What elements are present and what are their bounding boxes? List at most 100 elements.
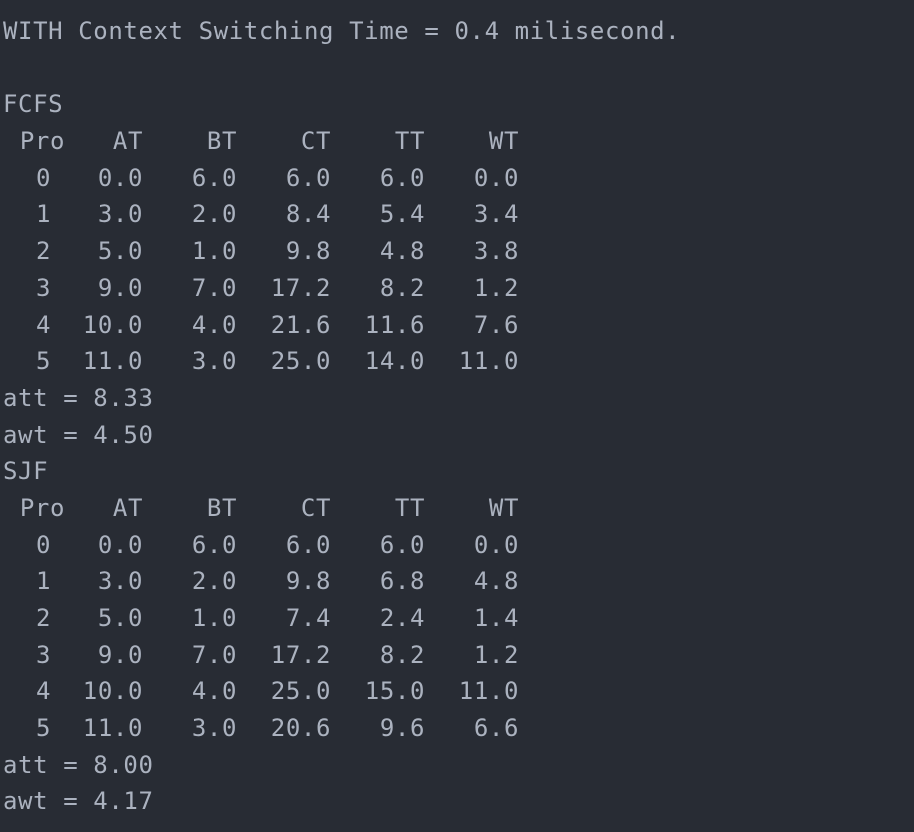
table-cell: 9.0: [97, 640, 143, 669]
table-cell: 6.0: [379, 530, 425, 559]
column-header-ct: CT: [300, 493, 331, 522]
terminal-output: WITH Context Switching Time = 0.4 milise…: [0, 0, 914, 832]
sjf-awt: awt = 4.17: [3, 787, 154, 816]
table-cell: 11.6: [364, 310, 425, 339]
table-cell: 7.0: [191, 273, 237, 302]
table-cell: 3.0: [191, 714, 237, 743]
table-cell: 0.0: [97, 163, 143, 192]
table-cell: 9.6: [379, 714, 425, 743]
table-cell: 4.0: [191, 310, 237, 339]
table-cell: 6.0: [285, 163, 331, 192]
table-cell: 3.8: [473, 237, 519, 266]
table-cell: 4.8: [473, 567, 519, 596]
table-cell: 10.0: [82, 677, 143, 706]
table-cell: 0.0: [473, 530, 519, 559]
table-cell: 17.2: [270, 640, 331, 669]
column-header-wt: WT: [488, 127, 519, 156]
fcfs-title: FCFS: [3, 90, 64, 119]
table-row: 4 10.0 4.0 21.6 11.6 7.6: [3, 307, 914, 344]
table-cell: 2: [35, 604, 51, 632]
fcfs-table-header: Pro AT BT CT TT WT: [3, 123, 914, 160]
table-cell: 0: [35, 530, 51, 559]
table-row: 1 3.0 2.0 8.4 5.4 3.4: [3, 196, 914, 233]
table-cell: 9.0: [97, 273, 143, 302]
table-cell: 8.4: [285, 200, 331, 229]
table-row: 5 11.0 3.0 20.6 9.6 6.6: [3, 710, 914, 747]
column-header-ct: CT: [300, 127, 331, 156]
table-cell: 5.4: [379, 200, 425, 229]
table-cell: 14.0: [364, 347, 425, 376]
table-cell: 5.0: [97, 237, 143, 266]
table-row: 0 0.0 6.0 6.0 6.0 0.0: [3, 160, 914, 197]
column-header-bt: BT: [206, 127, 237, 156]
table-cell: 1.2: [473, 273, 519, 302]
table-cell: 0: [35, 163, 51, 192]
table-cell: 2.4: [379, 604, 425, 632]
table-cell: 7.6: [473, 310, 519, 339]
table-cell: 4: [35, 677, 51, 706]
column-header-at: AT: [112, 493, 143, 522]
table-cell: 1.0: [191, 604, 237, 632]
table-row: 2 5.0 1.0 7.4 2.4 1.4: [3, 600, 914, 637]
table-row: 1 3.0 2.0 9.8 6.8 4.8: [3, 563, 914, 600]
table-cell: 4.0: [191, 677, 237, 706]
table-cell: 11.0: [82, 347, 143, 376]
table-cell: 5: [35, 714, 51, 743]
table-row: 4 10.0 4.0 25.0 15.0 11.0: [3, 673, 914, 710]
table-cell: 6.0: [191, 530, 237, 559]
column-header-tt: TT: [394, 493, 425, 522]
table-cell: 4: [35, 310, 51, 339]
table-cell: 6.6: [473, 714, 519, 743]
table-cell: 3.0: [191, 347, 237, 376]
table-cell: 4.8: [379, 237, 425, 266]
table-cell: 2.0: [191, 567, 237, 596]
table-cell: 17.2: [270, 273, 331, 302]
sjf-table-header: Pro AT BT CT TT WT: [3, 490, 914, 527]
sjf-table-body: 0 0.0 6.0 6.0 6.0 0.0 1 3.0 2.0 9.8 6.8 4.8 2 5.0 1.0 7…: [3, 527, 914, 747]
table-row: 3 9.0 7.0 17.2 8.2 1.2: [3, 637, 914, 674]
fcfs-awt: awt = 4.50: [3, 420, 154, 449]
table-cell: 7.4: [285, 604, 331, 632]
table-row: 5 11.0 3.0 25.0 14.0 11.0: [3, 343, 914, 380]
table-cell: 9.8: [285, 237, 331, 266]
table-cell: 8.2: [379, 640, 425, 669]
column-header-wt: WT: [488, 493, 519, 522]
table-cell: 9.8: [285, 567, 331, 596]
table-cell: 3: [35, 640, 51, 669]
table-cell: 6.0: [379, 163, 425, 192]
column-header-pro: Pro: [19, 493, 65, 522]
table-cell: 1: [35, 567, 51, 596]
column-header-tt: TT: [394, 127, 425, 156]
table-cell: 2.0: [191, 200, 237, 229]
table-cell: 2: [35, 237, 51, 266]
table-cell: 6.0: [285, 530, 331, 559]
sjf-title: SJF: [3, 457, 49, 486]
table-cell: 5: [35, 347, 51, 376]
table-cell: 6.0: [191, 163, 237, 192]
table-cell: 11.0: [458, 347, 519, 376]
column-header-pro: Pro: [19, 127, 65, 156]
table-cell: 0.0: [97, 530, 143, 559]
fcfs-att: att = 8.33: [3, 383, 154, 412]
table-row: 3 9.0 7.0 17.2 8.2 1.2: [3, 270, 914, 307]
column-header-at: AT: [112, 127, 143, 156]
table-cell: 5.0: [97, 604, 143, 632]
table-cell: 21.6: [270, 310, 331, 339]
table-cell: 1: [35, 200, 51, 229]
table-cell: 1.0: [191, 237, 237, 266]
table-cell: 0.0: [473, 163, 519, 192]
column-header-bt: BT: [206, 493, 237, 522]
fcfs-table-body: 0 0.0 6.0 6.0 6.0 0.0 1 3.0 2.0 8.4 5.4 3.4 2 5.0 1.0 9…: [3, 160, 914, 380]
table-cell: 20.6: [270, 714, 331, 743]
table-cell: 25.0: [270, 677, 331, 706]
table-cell: 3.0: [97, 200, 143, 229]
table-cell: 15.0: [364, 677, 425, 706]
table-cell: 3: [35, 273, 51, 302]
table-cell: 25.0: [270, 347, 331, 376]
table-cell: 10.0: [82, 310, 143, 339]
table-cell: 1.4: [473, 604, 519, 632]
table-cell: 6.8: [379, 567, 425, 596]
table-cell: 11.0: [82, 714, 143, 743]
sjf-att: att = 8.00: [3, 750, 154, 779]
